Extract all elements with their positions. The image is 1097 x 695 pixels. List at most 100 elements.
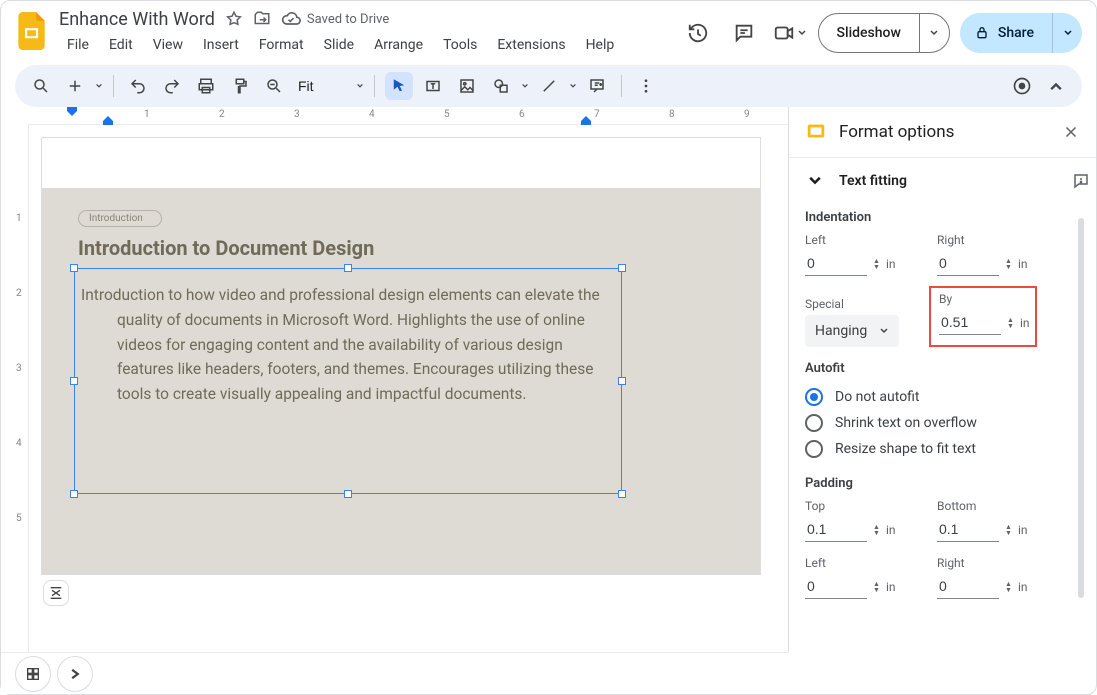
slideshow-dropdown[interactable] [919,14,949,52]
menu-extensions[interactable]: Extensions [489,35,573,55]
new-slide-icon[interactable] [61,72,89,100]
section-text-fitting[interactable]: Text fitting [805,166,1092,202]
stepper[interactable]: ▲▼ [1005,581,1012,593]
padding-left-label: Left [805,556,913,570]
comments-icon[interactable] [726,15,762,51]
chevron-down-icon[interactable] [356,82,364,90]
grid-view-button[interactable] [15,656,51,692]
menu-view[interactable]: View [145,35,191,55]
chevron-down-icon[interactable] [521,82,529,90]
comment-tool-icon[interactable] [583,72,611,100]
record-icon[interactable] [1008,72,1036,100]
stepper[interactable]: ▲▼ [1007,317,1014,329]
scrollbar-thumb[interactable] [1078,218,1084,598]
autofit-option-resize[interactable]: Resize shape to fit text [805,436,1092,462]
feedback-icon[interactable] [1072,172,1090,190]
line-tool-icon[interactable] [535,72,563,100]
share-button[interactable]: Share [960,25,1052,41]
share-dropdown[interactable] [1052,13,1082,53]
padding-bottom-label: Bottom [937,499,1045,513]
radio-icon [805,388,823,406]
resize-handle[interactable] [70,490,78,498]
chevron-down-icon [807,173,823,189]
slides-logo[interactable] [15,9,51,53]
padding-right-label: Right [937,556,1045,570]
speaker-notes-toggle-icon[interactable] [43,580,69,606]
padding-bottom-input[interactable] [937,517,999,542]
menu-arrange[interactable]: Arrange [366,35,431,55]
menu-file[interactable]: File [59,35,97,55]
chevron-down-icon[interactable] [95,82,103,90]
zoom-input[interactable] [294,78,350,94]
collapse-icon[interactable] [1042,72,1070,100]
slide-chip[interactable]: Introduction [78,210,162,227]
stepper[interactable]: ▲▼ [873,524,880,536]
indent-by-label: By [939,292,1027,306]
stepper[interactable]: ▲▼ [873,581,880,593]
close-icon[interactable] [1062,123,1080,141]
undo-icon[interactable] [124,72,152,100]
resize-handle[interactable] [70,377,78,385]
padding-heading: Padding [805,476,1092,491]
shape-tool-icon[interactable] [487,72,515,100]
zoom-out-icon[interactable] [260,72,288,100]
indent-left-label: Left [805,233,913,247]
resize-handle[interactable] [344,490,352,498]
indent-marker-left[interactable] [103,115,113,125]
padding-left-input[interactable] [805,574,867,599]
star-icon[interactable] [225,10,243,28]
indent-special-label: Special [805,297,913,311]
slide-body-text[interactable]: Introduction to how video and profession… [81,283,605,407]
stepper[interactable]: ▲▼ [1005,258,1012,270]
chevron-down-icon[interactable] [569,82,577,90]
selected-textbox[interactable]: Introduction to how video and profession… [74,268,622,494]
slide-canvas[interactable]: Introduction Introduction to Document De… [41,137,761,575]
resize-handle[interactable] [618,490,626,498]
image-tool-icon[interactable] [453,72,481,100]
cloud-status[interactable]: Saved to Drive [281,9,389,29]
chevron-down-icon [879,326,889,336]
slide-title[interactable]: Introduction to Document Design [78,236,374,260]
menu-slide[interactable]: Slide [316,35,362,55]
next-button[interactable] [57,656,93,692]
search-menus-icon[interactable] [27,72,55,100]
menu-insert[interactable]: Insert [195,35,247,55]
textbox-tool-icon[interactable] [419,72,447,100]
padding-top-label: Top [805,499,913,513]
padding-top-input[interactable] [805,517,867,542]
highlighted-by-field: By ▲▼in [929,286,1037,347]
resize-handle[interactable] [618,377,626,385]
menu-format[interactable]: Format [251,35,312,55]
meet-icon[interactable] [772,15,808,51]
menu-help[interactable]: Help [578,35,623,55]
history-icon[interactable] [680,15,716,51]
select-tool-icon[interactable] [385,72,413,100]
menu-edit[interactable]: Edit [101,35,141,55]
resize-handle[interactable] [344,264,352,272]
indent-right-label: Right [937,233,1045,247]
resize-handle[interactable] [618,264,626,272]
padding-right-input[interactable] [937,574,999,599]
autofit-option-none[interactable]: Do not autofit [805,384,1092,410]
indent-marker-right[interactable] [581,115,591,125]
redo-icon[interactable] [158,72,186,100]
indent-marker-first[interactable] [67,107,77,117]
indent-right-input[interactable] [937,251,999,276]
resize-handle[interactable] [70,264,78,272]
more-icon[interactable] [632,72,660,100]
stepper[interactable]: ▲▼ [873,258,880,270]
autofit-option-shrink[interactable]: Shrink text on overflow [805,410,1092,436]
indent-special-dropdown[interactable]: Hanging [805,315,899,347]
doc-name[interactable]: Enhance With Word [59,9,215,30]
menu-tools[interactable]: Tools [435,35,485,55]
paint-format-icon[interactable] [226,72,254,100]
print-icon[interactable] [192,72,220,100]
indent-by-input[interactable] [939,310,1001,335]
stepper[interactable]: ▲▼ [1005,524,1012,536]
menu-bar: File Edit View Insert Format Slide Arran… [59,35,680,55]
sidebar-title: Format options [839,122,1050,142]
ruler-vertical: 1 2 3 4 5 [13,125,29,652]
indent-left-input[interactable] [805,251,867,276]
move-icon[interactable] [253,10,271,28]
slideshow-button[interactable]: Slideshow [819,14,919,52]
